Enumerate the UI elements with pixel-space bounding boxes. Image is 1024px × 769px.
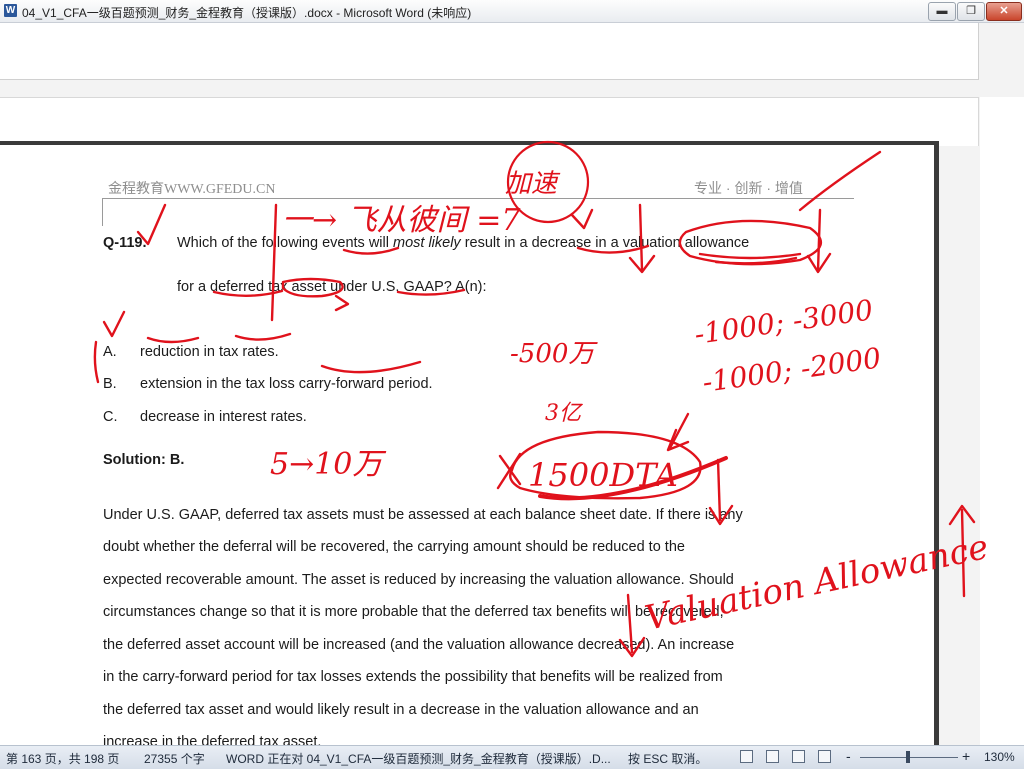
zoom-in-button[interactable]: + xyxy=(962,748,970,764)
question-emphasis: most likely xyxy=(393,235,461,251)
option-c-text: decrease in interest rates. xyxy=(140,409,307,425)
solution-line: Under U.S. GAAP, deferred tax assets mus… xyxy=(103,507,743,523)
right-gutter xyxy=(980,97,1024,745)
page-header-right: 专业 · 创新 · 增值 xyxy=(694,180,803,196)
question-text-a: Which of the following events will xyxy=(177,235,393,251)
option-b-text: extension in the tax loss carry-forward … xyxy=(140,376,433,392)
word-status: WORD 正在对 04_V1_CFA一级百题预测_财务_金程教育（授课版）.D.… xyxy=(226,752,611,766)
solution-line: the deferred tax asset and would likely … xyxy=(103,702,699,718)
question-text-b: result in a decrease in a valuation allo… xyxy=(460,235,750,251)
solution-line: increase in the deferred tax asset. xyxy=(103,734,322,745)
print-layout-icon[interactable] xyxy=(740,750,753,763)
zoom-level[interactable]: 130% xyxy=(984,750,1015,764)
option-a-text: reduction in tax rates. xyxy=(140,344,279,360)
solution-line: expected recoverable amount. The asset i… xyxy=(103,572,734,588)
title-bar: W 04_V1_CFA一级百题预测_财务_金程教育（授课版）.docx - Mi… xyxy=(0,0,1024,23)
option-b-letter: B. xyxy=(103,376,117,392)
window-title: 04_V1_CFA一级百题预测_财务_金程教育（授课版）.docx - Micr… xyxy=(22,6,472,20)
close-button[interactable]: ✕ xyxy=(986,2,1022,21)
web-layout-icon[interactable] xyxy=(792,750,805,763)
esc-hint: 按 ESC 取消。 xyxy=(628,752,708,766)
document-page[interactable]: 金程教育WWW.GFEDU.CN 专业 · 创新 · 增值 Q-119. Whi… xyxy=(0,141,939,745)
zoom-out-button[interactable]: - xyxy=(846,748,851,764)
draft-view-icon[interactable] xyxy=(818,750,831,763)
zoom-slider-thumb[interactable] xyxy=(906,751,910,763)
word-count[interactable]: 27355 个字 xyxy=(144,750,205,767)
solution-line: in the carry-forward period for tax loss… xyxy=(103,669,723,685)
previous-page-edge xyxy=(0,97,979,146)
full-screen-reading-icon[interactable] xyxy=(766,750,779,763)
ribbon-area xyxy=(0,23,979,80)
header-rule-tick xyxy=(102,198,103,226)
solution-line: the deferred asset account will be incre… xyxy=(103,637,735,653)
solution-line: doubt whether the deferral will be recov… xyxy=(103,539,685,555)
page-count[interactable]: 第 163 页，共 198 页 xyxy=(6,750,119,767)
question-line-2: for a deferred tax asset under U.S. GAAP… xyxy=(177,279,487,295)
document-workspace[interactable]: 金程教育WWW.GFEDU.CN 专业 · 创新 · 增值 Q-119. Whi… xyxy=(0,23,1024,745)
page-header-left: 金程教育WWW.GFEDU.CN xyxy=(108,182,276,197)
status-bar: 第 163 页，共 198 页 27355 个字 WORD 正在对 04_V1_… xyxy=(0,745,1024,769)
question-number: Q-119. xyxy=(103,235,147,251)
word-app-icon[interactable]: W xyxy=(4,4,17,17)
header-rule xyxy=(102,198,854,199)
option-c-letter: C. xyxy=(103,409,118,425)
maximize-button[interactable]: ❐ xyxy=(957,2,985,21)
solution-line: circumstances change so that it is more … xyxy=(103,604,724,620)
option-a-letter: A. xyxy=(103,344,117,360)
minimize-button[interactable]: ▬ xyxy=(928,2,956,21)
question-line-1: Which of the following events will most … xyxy=(177,235,749,251)
solution-title: Solution: B. xyxy=(103,452,185,468)
